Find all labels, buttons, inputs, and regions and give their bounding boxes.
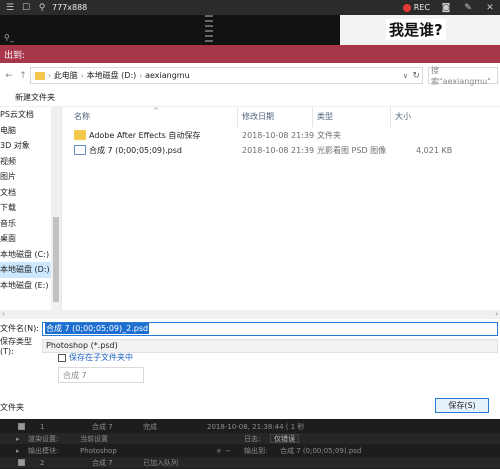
remove-output-icon[interactable]: − — [225, 447, 231, 455]
output-module-row: ▸ 输出模块: Photoshop + − 输出到: 合成 7 (0;00;05… — [0, 445, 500, 456]
column-header-name[interactable]: 名称 — [74, 111, 90, 125]
pen-icon[interactable]: ✎ — [462, 2, 474, 14]
breadcrumb-item[interactable]: 本地磁盘 (D:) — [87, 70, 137, 81]
render-queue: 1 合成 7 完成 2018-10-08, 21:38:44 ( 1 秒 ▸ 渲… — [0, 419, 500, 469]
capture-toolbar: ☰ ☐ ⚲ 777x888 REC ◙ ✎ ✕ — [0, 0, 500, 15]
horizontal-scrollbar[interactable]: ‹ › — [0, 310, 500, 319]
chevron-right-icon: › — [139, 71, 143, 80]
chevron-down-icon[interactable]: ∨ — [403, 72, 408, 80]
record-label[interactable]: REC — [414, 3, 430, 12]
new-folder-button[interactable]: 新建文件夹 — [15, 92, 55, 103]
breadcrumb-item[interactable]: aexiangmu — [145, 71, 190, 80]
column-header-date[interactable]: 修改日期 — [242, 111, 274, 125]
scroll-right-icon[interactable]: › — [495, 310, 498, 318]
log-label: 日志: — [244, 434, 261, 443]
output-module-label: 输出模块: — [28, 446, 59, 455]
filename-row: 文件名(N): 合成 7 (0;00;05;09)_2.psd — [0, 321, 498, 336]
render-index: 2 — [40, 458, 45, 467]
menu-icon[interactable]: ☰ — [4, 2, 16, 14]
sort-caret-icon: ^ — [153, 107, 159, 115]
log-select[interactable]: 仅错误 — [270, 434, 299, 443]
filetype-row: 保存类型(T): Photoshop (*.psd) — [0, 336, 498, 356]
filetype-label: 保存类型(T): — [0, 336, 32, 356]
subfolder-name-input[interactable]: 合成 7 — [58, 367, 144, 383]
folder-icon — [74, 130, 86, 140]
record-icon[interactable] — [402, 3, 411, 12]
render-index: 1 — [40, 422, 45, 431]
file-type: 光影看图 PSD 图像 — [317, 145, 387, 155]
video-caption: 我是谁? — [386, 19, 446, 40]
column-header-type[interactable]: 类型 — [317, 111, 333, 125]
render-status: 已加入队列 — [143, 458, 178, 467]
capture-controls: REC ◙ ✎ ✕ — [402, 0, 496, 15]
filename-label: 文件名(N): — [0, 324, 39, 333]
filename-value[interactable]: 合成 7 (0;00;05;09)_2.psd — [45, 323, 150, 334]
chevron-right-icon: › — [80, 71, 84, 80]
file-size: 4,021 KB — [416, 145, 453, 155]
chevron-right-icon: › — [48, 71, 51, 80]
render-time: 2018-10-08, 21:38:44 ( 1 秒 — [207, 422, 305, 431]
expand-icon[interactable]: ▸ — [16, 447, 20, 455]
folder-icon — [35, 71, 45, 80]
capture-size-label: 777x888 — [52, 3, 88, 12]
render-comp-name[interactable]: 合成 7 — [92, 422, 113, 432]
navigation-pane: PS云文档 电脑 3D 对象 视频 图片 文档 下载 音乐 桌面 本地磁盘 (C… — [0, 107, 62, 310]
column-divider[interactable] — [237, 107, 238, 127]
column-divider[interactable] — [312, 107, 313, 127]
close-icon[interactable]: ✕ — [484, 2, 496, 14]
breadcrumb-item[interactable]: 此电脑 — [54, 70, 78, 81]
file-row[interactable]: Adobe After Effects 自动保存 2018-10-08 21:3… — [74, 128, 498, 142]
file-name: Adobe After Effects 自动保存 — [89, 130, 201, 140]
subfolder-option[interactable]: 保存在子文件夹中 — [58, 352, 133, 363]
save-dialog: 出到: ← ↑ › 此电脑 › 本地磁盘 (D:) › aexiangmu ∨ … — [0, 45, 500, 419]
render-settings-value[interactable]: 当前设置 — [80, 434, 108, 444]
file-date: 2018-10-08 21:39 — [242, 130, 315, 140]
refresh-icon[interactable]: ↻ — [412, 71, 420, 81]
scroll-left-icon[interactable]: ‹ — [2, 310, 5, 318]
save-button[interactable]: 保存(S) — [435, 398, 489, 413]
subfolder-label[interactable]: 保存在子文件夹中 — [69, 352, 133, 363]
up-icon[interactable]: ↑ — [18, 71, 28, 81]
film-strip — [205, 15, 213, 45]
file-list: ^ 名称 修改日期 类型 大小 Adobe After Effects 自动保存… — [62, 107, 500, 310]
file-row[interactable]: 合成 7 (0;00;05;09).psd 2018-10-08 21:39 光… — [74, 143, 498, 157]
render-queue-row[interactable]: 2 合成 7 已加入队列 — [0, 457, 500, 468]
output-module-value[interactable]: Photoshop — [80, 447, 117, 455]
column-divider[interactable] — [390, 107, 391, 127]
camera-icon[interactable]: ◙ — [440, 2, 452, 14]
output-to-label: 输出到: — [244, 446, 268, 455]
back-icon[interactable]: ← — [4, 71, 14, 81]
render-checkbox[interactable] — [18, 459, 25, 466]
output-to-value[interactable]: 合成 7 (0;00;05;09).psd — [280, 446, 361, 456]
render-settings-row: ▸ 渲染设置: 当前设置 日志: 仅错误 — [0, 433, 500, 444]
add-output-icon[interactable]: + — [216, 447, 222, 455]
file-date: 2018-10-08 21:39 — [242, 145, 315, 155]
psd-file-icon — [74, 145, 86, 155]
search-icon[interactable]: ⚲_ — [4, 33, 14, 42]
command-bar: 新建文件夹 — [0, 88, 500, 107]
address-bar[interactable]: › 此电脑 › 本地磁盘 (D:) › aexiangmu ∨ ↻ — [30, 67, 423, 84]
file-type: 文件夹 — [317, 130, 341, 140]
hide-folders-toggle[interactable]: 文件夹 — [0, 402, 24, 413]
expand-icon[interactable]: ▸ — [16, 435, 20, 443]
render-queue-row[interactable]: 1 合成 7 完成 2018-10-08, 21:38:44 ( 1 秒 — [0, 421, 500, 432]
dialog-title: 出到: — [0, 45, 500, 63]
nav-scroll-thumb[interactable] — [53, 217, 59, 302]
window-icon[interactable]: ☐ — [20, 2, 32, 14]
search-icon[interactable]: ⚲ — [36, 2, 48, 14]
filetype-select[interactable]: Photoshop (*.psd) — [42, 338, 498, 353]
render-status: 完成 — [143, 422, 157, 431]
filename-input[interactable]: 合成 7 (0;00;05;09)_2.psd — [42, 321, 498, 336]
search-input[interactable]: 搜索"aexiangmu" — [428, 66, 498, 86]
column-header-size[interactable]: 大小 — [395, 111, 411, 125]
render-settings-label: 渲染设置: — [28, 434, 59, 443]
file-name: 合成 7 (0;00;05;09).psd — [89, 145, 182, 155]
render-checkbox[interactable] — [18, 423, 25, 430]
subfolder-checkbox[interactable] — [58, 353, 66, 362]
render-comp-name[interactable]: 合成 7 — [92, 458, 113, 468]
